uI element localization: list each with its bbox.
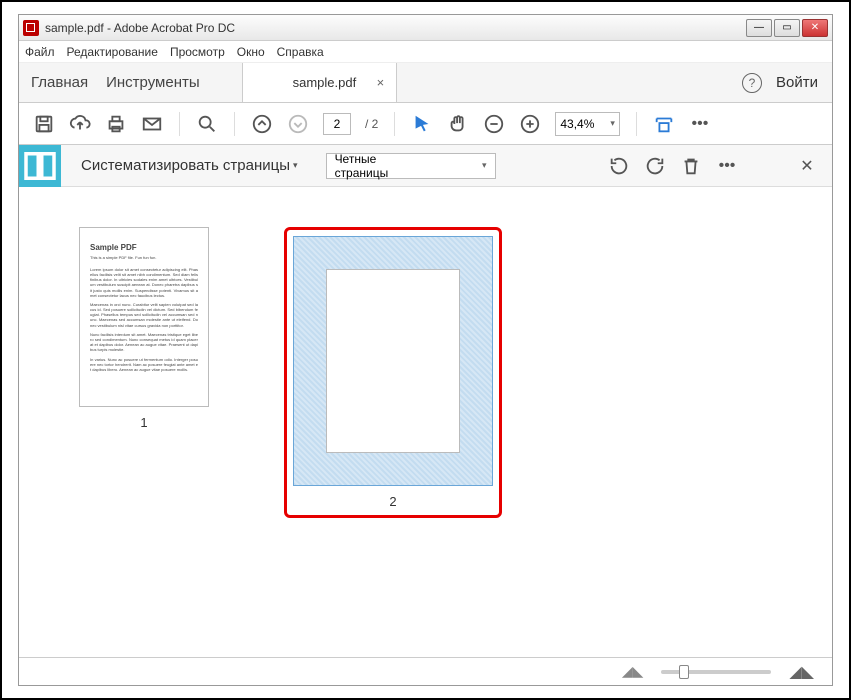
menu-file[interactable]: Файл <box>25 45 55 59</box>
rotate-left-icon[interactable] <box>608 155 630 177</box>
page-thumbnail-1[interactable]: Sample PDF This is a simple PDF file. Fu… <box>79 227 209 407</box>
login-button[interactable]: Войти <box>776 74 818 91</box>
cloud-upload-icon[interactable] <box>69 113 91 135</box>
fit-width-icon[interactable] <box>653 113 675 135</box>
statusbar: ◢◣ ◢◣ <box>19 657 832 685</box>
tab-tools[interactable]: Инструменты <box>106 74 200 91</box>
close-panel-icon[interactable]: ✕ <box>796 155 818 177</box>
slider-thumb-icon[interactable] <box>679 665 689 679</box>
page-thumbnails-area: Sample PDF This is a simple PDF file. Fu… <box>19 187 832 657</box>
hand-tool-icon[interactable] <box>447 113 469 135</box>
search-icon[interactable] <box>196 113 218 135</box>
document-tab-label: sample.pdf <box>293 75 357 90</box>
menubar: Файл Редактирование Просмотр Окно Справк… <box>19 41 832 63</box>
page-total-label: / 2 <box>365 117 378 131</box>
selection-highlight: 2 <box>284 227 502 518</box>
window-title: sample.pdf - Adobe Acrobat Pro DC <box>45 21 746 35</box>
more-options-icon[interactable]: ••• <box>716 155 738 177</box>
app-icon <box>23 20 39 36</box>
page-down-icon[interactable] <box>287 113 309 135</box>
menu-edit[interactable]: Редактирование <box>67 45 158 59</box>
page-number-input[interactable] <box>323 113 351 135</box>
zoom-small-icon[interactable]: ◢◣ <box>622 663 644 680</box>
titlebar: sample.pdf - Adobe Acrobat Pro DC — ▭ ✕ <box>19 15 832 41</box>
window-controls: — ▭ ✕ <box>746 19 828 37</box>
organize-pages-dropdown[interactable]: Систематизировать страницы <box>81 157 298 174</box>
maximize-button[interactable]: ▭ <box>774 19 800 37</box>
more-icon[interactable]: ••• <box>689 113 711 135</box>
page-number-1: 1 <box>140 415 147 430</box>
help-icon[interactable]: ? <box>742 73 762 93</box>
minimize-button[interactable]: — <box>746 19 772 37</box>
zoom-large-icon[interactable]: ◢◣ <box>789 662 814 682</box>
delete-icon[interactable] <box>680 155 702 177</box>
zoom-out-icon[interactable] <box>483 113 505 135</box>
menu-window[interactable]: Окно <box>237 45 265 59</box>
close-icon[interactable]: × <box>377 75 385 90</box>
email-icon[interactable] <box>141 113 163 135</box>
close-button[interactable]: ✕ <box>802 19 828 37</box>
zoom-select[interactable]: 43,4% <box>555 112 620 136</box>
document-tab[interactable]: sample.pdf × <box>242 63 398 102</box>
zoom-slider[interactable] <box>661 670 771 674</box>
select-tool-icon[interactable] <box>411 113 433 135</box>
page-number-2: 2 <box>389 494 396 509</box>
tabbar: Главная Инструменты sample.pdf × ? Войти <box>19 63 832 103</box>
rotate-right-icon[interactable] <box>644 155 666 177</box>
menu-help[interactable]: Справка <box>277 45 324 59</box>
tab-home[interactable]: Главная <box>31 74 88 91</box>
menu-view[interactable]: Просмотр <box>170 45 225 59</box>
blank-page-icon <box>326 269 460 453</box>
page-filter-select[interactable]: Четные страницы <box>326 153 496 179</box>
page-up-icon[interactable] <box>251 113 273 135</box>
zoom-in-icon[interactable] <box>519 113 541 135</box>
organize-bar: Систематизировать страницы Четные страни… <box>19 145 832 187</box>
page-thumbnail-1-wrap: Sample PDF This is a simple PDF file. Fu… <box>79 227 209 430</box>
page-thumbnail-2[interactable] <box>293 236 493 486</box>
toolbar: / 2 43,4% ••• <box>19 103 832 145</box>
print-icon[interactable] <box>105 113 127 135</box>
save-icon[interactable] <box>33 113 55 135</box>
organize-pages-icon <box>19 145 61 187</box>
